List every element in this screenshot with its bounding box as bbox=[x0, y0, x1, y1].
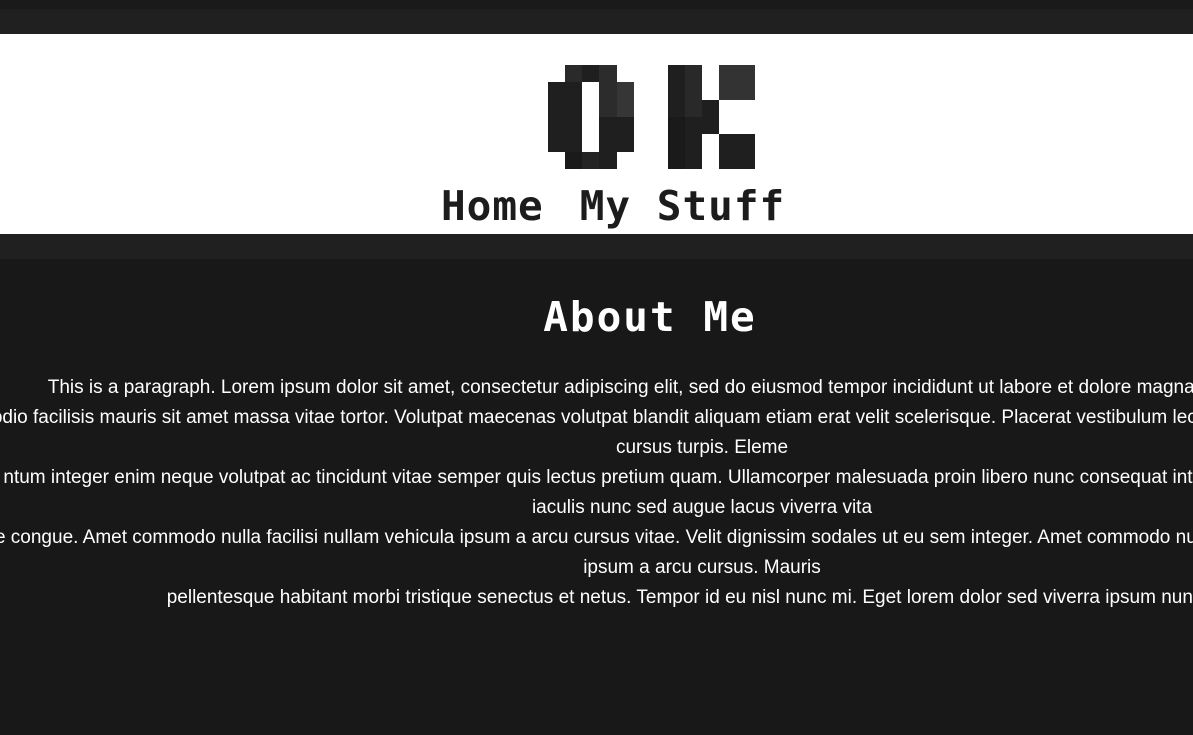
header-bottom-band bbox=[0, 234, 1193, 259]
nav-my-stuff-link[interactable]: My Stuff bbox=[580, 186, 785, 227]
site-logo[interactable]: OK bbox=[548, 65, 756, 169]
top-band bbox=[0, 9, 1193, 34]
nav-home-link[interactable]: Home bbox=[441, 186, 544, 227]
about-paragraph: This is a paragraph. Lorem ipsum dolor s… bbox=[0, 377, 1193, 608]
page-title: About Me bbox=[543, 293, 757, 341]
main-content: About Me This is a paragraph. Lorem ipsu… bbox=[0, 259, 1193, 735]
top-strip bbox=[0, 0, 1193, 9]
main-nav: Home My Stuff bbox=[441, 186, 785, 227]
site-header: OK Home My Stuff bbox=[0, 34, 1193, 234]
